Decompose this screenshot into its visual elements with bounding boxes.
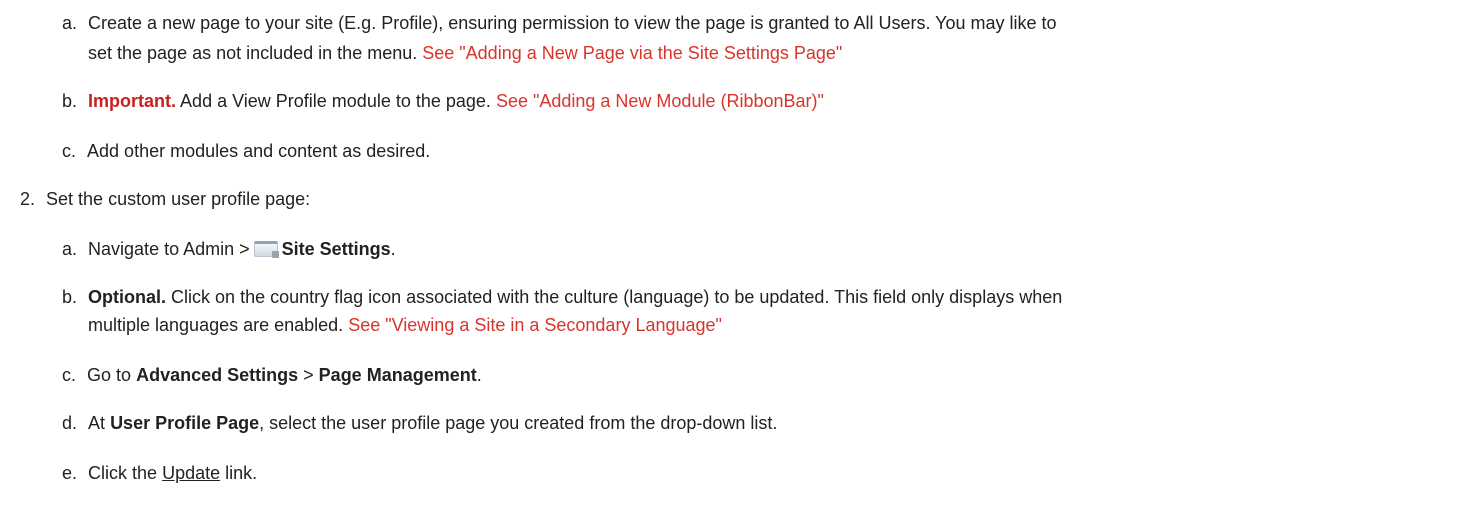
step2-a-line: a. Navigate to Admin > Site Settings. [62, 238, 396, 260]
step2-d-line: d. At User Profile Page, select the user… [62, 412, 777, 434]
step1-a-line1: a. Create a new page to your site (E.g. … [62, 12, 1057, 34]
step-text: Go to [87, 365, 132, 385]
list-marker: a. [62, 239, 78, 259]
link-adding-new-module[interactable]: See "Adding a New Module (RibbonBar)" [496, 91, 824, 111]
step-text: Click the [88, 463, 158, 483]
advanced-settings-label: Advanced Settings [136, 365, 299, 385]
step2-c-line: c. Go to Advanced Settings > Page Manage… [62, 364, 482, 386]
list-marker: b. [62, 287, 78, 307]
list-marker: 2. [20, 189, 36, 209]
page-management-label: Page Management [318, 365, 477, 385]
link-adding-new-page[interactable]: See "Adding a New Page via the Site Sett… [422, 43, 842, 63]
step-text: Add other modules and content as desired… [87, 141, 431, 161]
punct: . [390, 239, 396, 259]
user-profile-page-label: User Profile Page [110, 413, 260, 433]
step2-line: 2. Set the custom user profile page: [20, 188, 310, 210]
step2-e-line: e. Click the Update link. [62, 462, 257, 484]
important-label: Important. [88, 91, 177, 111]
step2-b-line2: multiple languages are enabled. See "Vie… [88, 314, 722, 336]
step-text: Click on the country flag icon associate… [171, 287, 1063, 307]
list-marker: c. [62, 141, 77, 161]
step1-c-line: c. Add other modules and content as desi… [62, 140, 430, 162]
step-text: Navigate to Admin > [88, 239, 250, 259]
step-text: link. [225, 463, 258, 483]
separator: > [303, 365, 314, 385]
step1-b-line: b. Important. Add a View Profile module … [62, 90, 824, 112]
step-text: , select the user profile page you creat… [259, 413, 778, 433]
step-text: Create a new page to your site (E.g. Pro… [88, 13, 1057, 33]
list-marker: c. [62, 365, 77, 385]
list-marker: b. [62, 91, 78, 111]
menu-site-settings: Site Settings [281, 239, 391, 259]
update-link[interactable]: Update [162, 463, 220, 483]
punct: . [476, 365, 482, 385]
step-text: Set the custom user profile page: [46, 189, 311, 209]
list-marker: d. [62, 413, 78, 433]
optional-label: Optional. [88, 287, 167, 307]
step-text: multiple languages are enabled. [88, 315, 344, 335]
step-text: At [88, 413, 106, 433]
step1-a-line2: set the page as not included in the menu… [88, 42, 842, 64]
step-text: set the page as not included in the menu… [88, 43, 418, 63]
site-settings-icon [253, 241, 279, 258]
list-marker: a. [62, 13, 78, 33]
step-text: Add a View Profile module to the page. [180, 91, 491, 111]
link-viewing-secondary-language[interactable]: See "Viewing a Site in a Secondary Langu… [348, 315, 722, 335]
step2-b-line1: b. Optional. Click on the country flag i… [62, 286, 1062, 308]
list-marker: e. [62, 463, 78, 483]
